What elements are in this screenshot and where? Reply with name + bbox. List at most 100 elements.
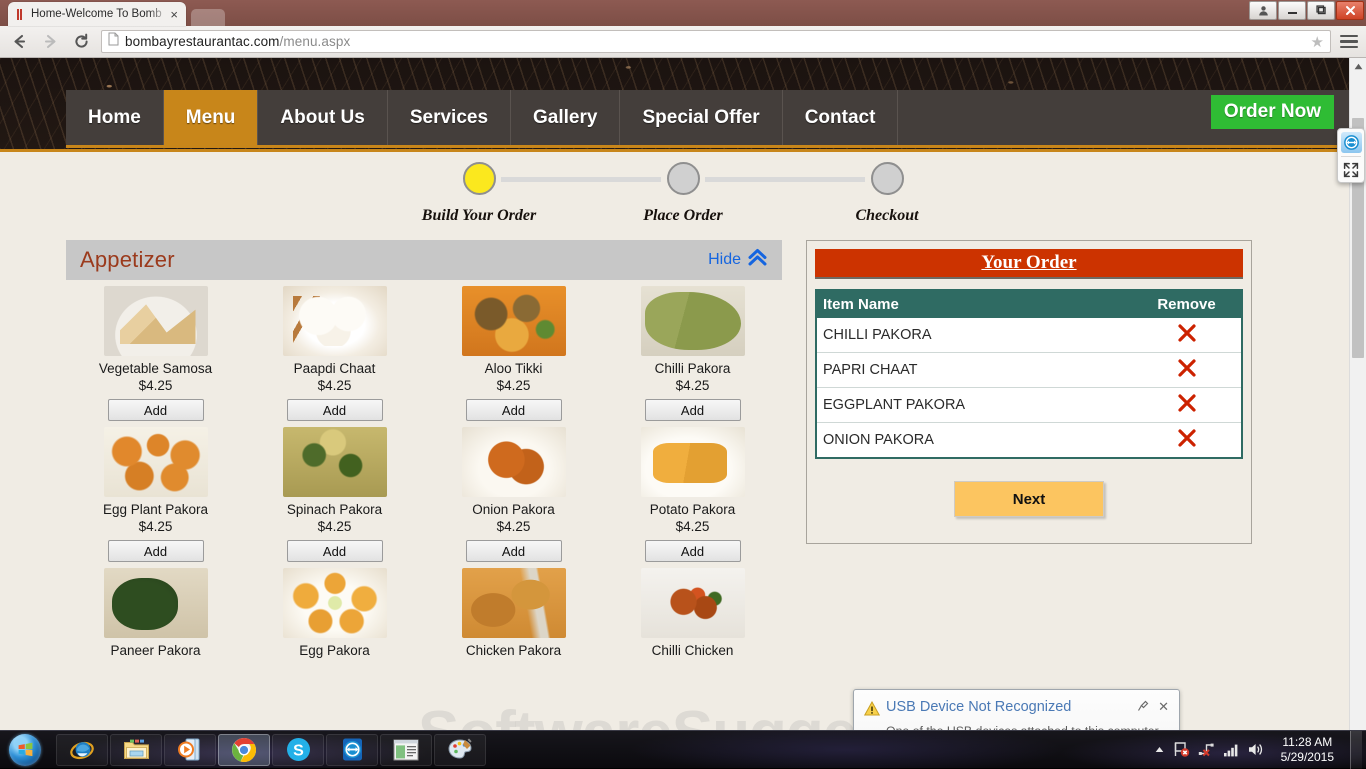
internet-explorer-icon[interactable] bbox=[56, 734, 108, 766]
media-player-icon[interactable] bbox=[164, 734, 216, 766]
hamburger-menu-icon[interactable] bbox=[1340, 35, 1358, 49]
teamviewer-floating-widget[interactable] bbox=[1337, 128, 1365, 183]
remove-cell bbox=[1132, 423, 1242, 459]
taskbar-buttons: S bbox=[56, 734, 486, 766]
menu-item-name: Chilli Pakora bbox=[603, 361, 782, 376]
minimize-button[interactable] bbox=[1278, 1, 1306, 20]
hide-section-toggle[interactable]: Hide bbox=[708, 248, 768, 272]
nav-item-contact[interactable]: Contact bbox=[783, 90, 899, 145]
double-chevron-up-icon bbox=[747, 248, 768, 272]
menu-item-image bbox=[104, 568, 208, 638]
skype-icon[interactable]: S bbox=[272, 734, 324, 766]
new-tab-button[interactable] bbox=[191, 9, 225, 26]
watermark-text: SoftwareSuggest bbox=[418, 698, 909, 730]
url-path: /menu.aspx bbox=[280, 34, 351, 49]
close-window-button[interactable] bbox=[1336, 1, 1364, 20]
menu-item-card: Spinach Pakora $4.25 Add bbox=[245, 425, 424, 562]
red-x-icon[interactable] bbox=[1176, 428, 1198, 452]
step-build-your-order[interactable]: Build Your Order bbox=[377, 162, 581, 225]
order-item-name: PAPRI CHAAT bbox=[816, 353, 1132, 388]
nav-item-about-us[interactable]: About Us bbox=[258, 90, 387, 145]
usb-notification-balloon[interactable]: USB Device Not Recognized ✕ One of the U… bbox=[853, 689, 1180, 730]
step-label: Checkout bbox=[785, 207, 989, 225]
next-button-wrap: Next bbox=[815, 459, 1243, 535]
menu-item-card: Chicken Pakora bbox=[424, 566, 603, 658]
add-to-order-button[interactable]: Add bbox=[466, 540, 562, 562]
user-avatar-button[interactable] bbox=[1249, 1, 1277, 20]
tab-close-icon[interactable]: × bbox=[168, 8, 180, 21]
menu-item-price: $4.25 bbox=[424, 519, 603, 534]
add-to-order-button[interactable]: Add bbox=[108, 540, 204, 562]
scroll-up-arrow-icon[interactable] bbox=[1350, 58, 1366, 75]
remove-cell bbox=[1132, 353, 1242, 388]
nav-item-services[interactable]: Services bbox=[388, 90, 511, 145]
close-icon[interactable]: ✕ bbox=[1158, 699, 1169, 715]
network-error-icon[interactable] bbox=[1198, 741, 1215, 758]
menu-item-card: Chilli Pakora $4.25 Add bbox=[603, 284, 782, 421]
page-content: Appetizer Hide Vegeta bbox=[0, 240, 1366, 658]
back-button[interactable] bbox=[8, 31, 30, 53]
menu-item-image bbox=[641, 427, 745, 497]
menu-item-card: Egg Plant Pakora $4.25 Add bbox=[66, 425, 245, 562]
volume-speaker-icon[interactable] bbox=[1248, 742, 1265, 757]
menu-item-image bbox=[283, 286, 387, 356]
menu-item-card: Aloo Tikki $4.25 Add bbox=[424, 284, 603, 421]
tab-favicon-icon bbox=[14, 8, 26, 20]
file-explorer-icon[interactable] bbox=[110, 734, 162, 766]
windows-taskbar: S bbox=[0, 730, 1366, 768]
windows-start-orb-icon[interactable] bbox=[2, 733, 48, 767]
nav-item-menu[interactable]: Menu bbox=[164, 90, 259, 145]
signal-bars-icon[interactable] bbox=[1223, 743, 1240, 757]
step-place-order[interactable]: Place Order bbox=[581, 162, 785, 225]
browser-tab[interactable]: Home-Welcome To Bomb × bbox=[8, 2, 186, 26]
menu-item-image bbox=[283, 427, 387, 497]
menu-item-name: Spinach Pakora bbox=[245, 502, 424, 517]
ms-paint-icon[interactable] bbox=[434, 734, 486, 766]
red-x-icon[interactable] bbox=[1176, 323, 1198, 347]
pin-icon[interactable] bbox=[1137, 700, 1149, 715]
menu-item-name: Potato Pakora bbox=[603, 502, 782, 517]
section-title: Appetizer bbox=[80, 247, 175, 273]
svg-text:S: S bbox=[293, 743, 304, 760]
step-checkout[interactable]: Checkout bbox=[785, 162, 989, 225]
show-hidden-icons-arrow[interactable] bbox=[1154, 744, 1165, 755]
show-desktop-button[interactable] bbox=[1350, 731, 1362, 769]
teamviewer-icon[interactable] bbox=[1341, 132, 1362, 153]
nav-item-home[interactable]: Home bbox=[66, 90, 164, 145]
nav-item-special-offer[interactable]: Special Offer bbox=[620, 90, 782, 145]
order-now-button[interactable]: Order Now bbox=[1211, 95, 1334, 129]
forward-button[interactable] bbox=[39, 31, 61, 53]
menu-item-price: $4.25 bbox=[424, 378, 603, 393]
red-x-icon[interactable] bbox=[1176, 358, 1198, 382]
window-controls bbox=[1249, 1, 1364, 20]
add-to-order-button[interactable]: Add bbox=[645, 399, 741, 421]
order-progress-stepper: Build Your Order Place Order Checkout bbox=[0, 152, 1366, 240]
action-center-flag-error-icon[interactable] bbox=[1173, 741, 1190, 758]
menu-item-name: Chilli Chicken bbox=[603, 643, 782, 658]
document-window-icon[interactable] bbox=[380, 734, 432, 766]
menu-item-image bbox=[104, 286, 208, 356]
address-bar[interactable]: bombayrestaurantac.com/menu.aspx ★ bbox=[101, 30, 1331, 53]
add-to-order-button[interactable]: Add bbox=[645, 540, 741, 562]
expand-arrows-icon[interactable] bbox=[1341, 160, 1362, 179]
red-x-icon[interactable] bbox=[1176, 393, 1198, 417]
reload-button[interactable] bbox=[70, 31, 92, 53]
add-to-order-button[interactable]: Add bbox=[466, 399, 562, 421]
maximize-button[interactable] bbox=[1307, 1, 1335, 20]
add-to-order-button[interactable]: Add bbox=[287, 540, 383, 562]
add-to-order-button[interactable]: Add bbox=[287, 399, 383, 421]
next-button[interactable]: Next bbox=[954, 481, 1104, 517]
teamviewer-icon[interactable] bbox=[326, 734, 378, 766]
add-to-order-button[interactable]: Add bbox=[108, 399, 204, 421]
nav-item-gallery[interactable]: Gallery bbox=[511, 90, 620, 145]
table-row: CHILLI PAKORA bbox=[816, 318, 1242, 353]
menu-item-image bbox=[104, 427, 208, 497]
chrome-browser-window: Home-Welcome To Bomb × bbox=[0, 0, 1366, 730]
menu-item-price: $4.25 bbox=[603, 378, 782, 393]
taskbar-clock[interactable]: 11:28 AM 5/29/2015 bbox=[1273, 735, 1342, 765]
bookmark-star-icon[interactable]: ★ bbox=[1311, 33, 1324, 51]
menu-item-price: $4.25 bbox=[603, 519, 782, 534]
google-chrome-icon[interactable] bbox=[218, 734, 270, 766]
menu-item-name: Vegetable Samosa bbox=[66, 361, 245, 376]
warning-triangle-icon bbox=[864, 701, 882, 721]
